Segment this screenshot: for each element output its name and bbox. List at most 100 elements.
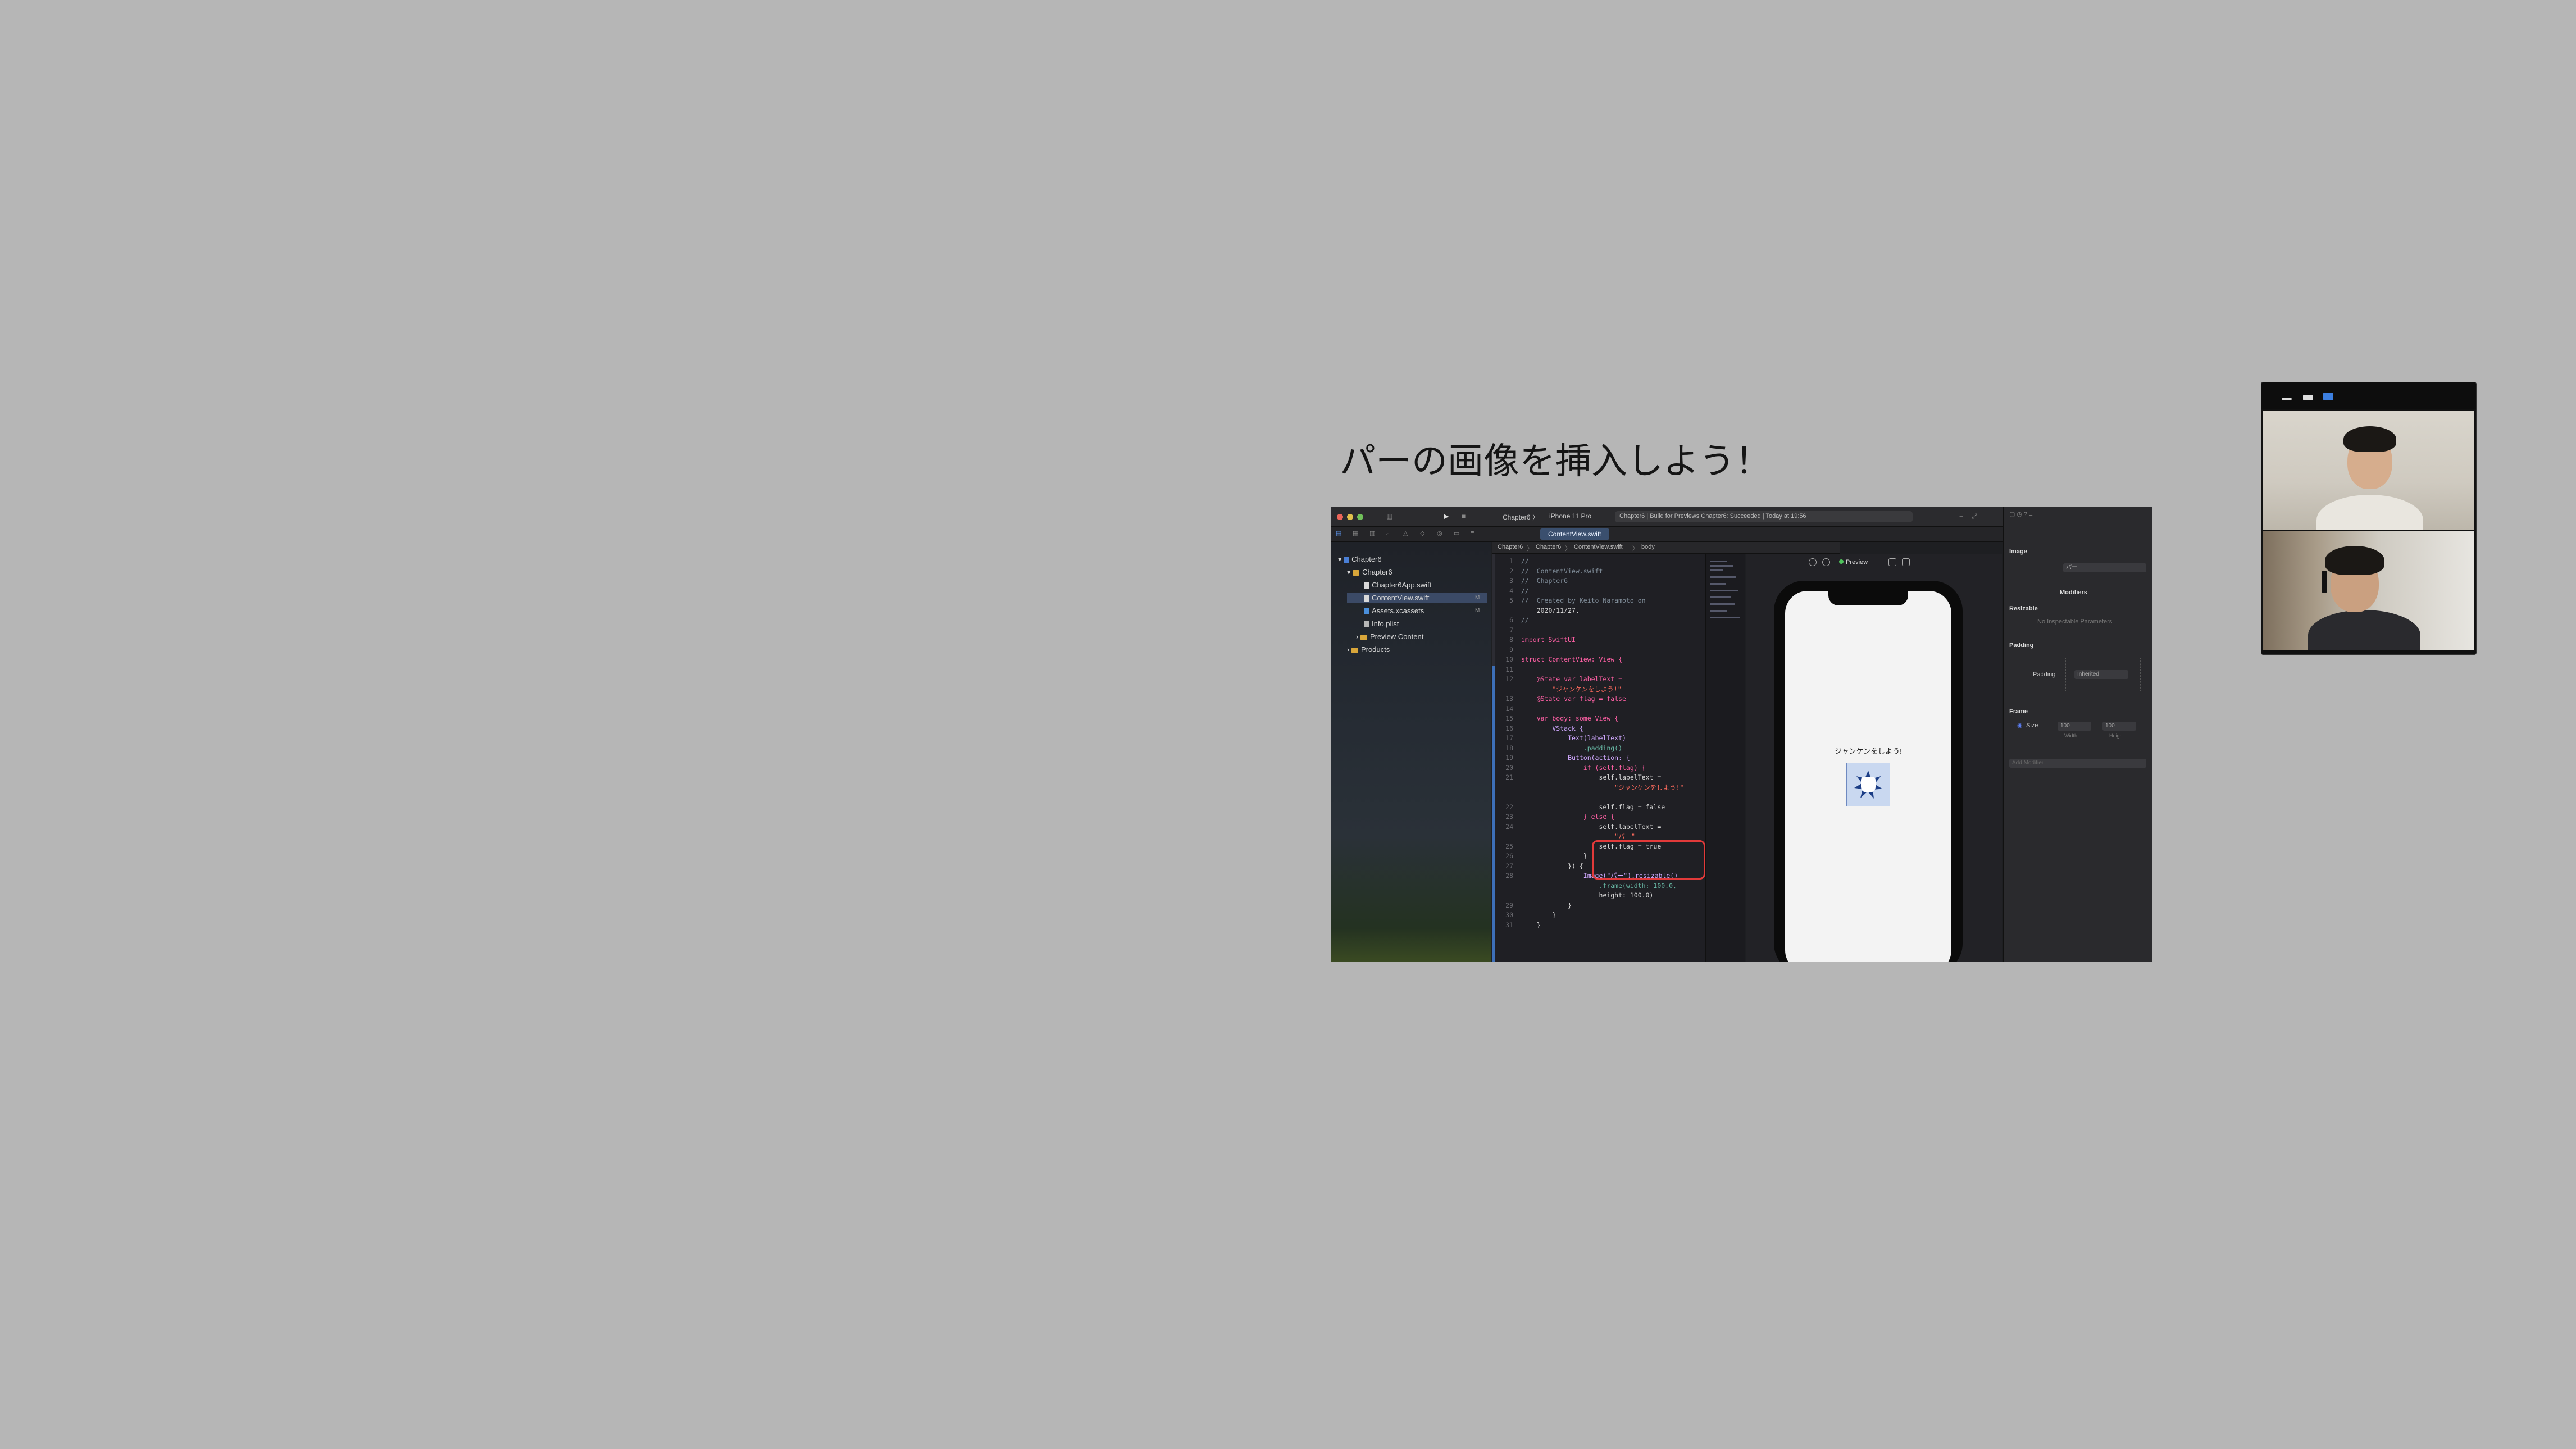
line-number: 20 bbox=[1505, 763, 1513, 772]
code-line[interactable]: 24 self.labelText = bbox=[1498, 822, 1661, 832]
device-settings-icon[interactable] bbox=[1888, 558, 1896, 566]
code-line[interactable]: 30 } bbox=[1498, 910, 1556, 920]
size-toggle-icon[interactable]: ◉ bbox=[2017, 722, 2023, 729]
code-line[interactable]: 29 } bbox=[1498, 900, 1572, 910]
code-line[interactable]: 1 // bbox=[1498, 556, 1529, 566]
find-navigator-icon[interactable]: ⌕ bbox=[1386, 530, 1390, 537]
nav-preview-content[interactable]: › Preview Content bbox=[1356, 632, 1423, 642]
gallery-view-icon[interactable] bbox=[2303, 395, 2313, 400]
code-line[interactable]: 5 // Created by Keito Naramoto on bbox=[1498, 595, 1646, 605]
zoom-window-button[interactable] bbox=[1357, 514, 1363, 520]
code-line[interactable]: 3 // Chapter6 bbox=[1498, 576, 1568, 586]
jump-symbol[interactable]: body bbox=[1641, 544, 1655, 550]
code-line[interactable]: 2 // ContentView.swift bbox=[1498, 566, 1603, 576]
issue-navigator-icon[interactable]: △ bbox=[1403, 530, 1408, 537]
nav-assets[interactable]: Assets.xcassets bbox=[1364, 606, 1424, 616]
run-button[interactable]: ▶ bbox=[1444, 512, 1449, 520]
padding-value-field[interactable]: Inherited bbox=[2074, 670, 2128, 679]
code-line[interactable]: 16 VStack { bbox=[1498, 723, 1583, 733]
live-preview-icon[interactable] bbox=[1809, 558, 1817, 566]
code-line[interactable]: 20 if (self.flag) { bbox=[1498, 763, 1645, 773]
code-text: // Chapter6 bbox=[1521, 577, 1568, 585]
code-line[interactable]: 31 } bbox=[1498, 920, 1540, 930]
expand-icon[interactable]: ⤢ bbox=[1972, 512, 1977, 521]
add-modifier-field[interactable]: Add Modifier bbox=[2009, 759, 2146, 768]
video-call-window bbox=[2261, 382, 2477, 655]
code-line[interactable]: 15 var body: some View { bbox=[1498, 713, 1618, 723]
code-line[interactable]: 18 .padding() bbox=[1498, 743, 1622, 753]
code-line[interactable]: 13 @State var flag = false bbox=[1498, 694, 1626, 704]
width-field[interactable]: 100 bbox=[2058, 722, 2091, 731]
code-text: } bbox=[1521, 901, 1572, 909]
code-line[interactable]: 9 bbox=[1498, 645, 1521, 655]
minimize-window-button[interactable] bbox=[1347, 514, 1353, 520]
code-text: @State var labelText = bbox=[1521, 675, 1623, 683]
nav-products[interactable]: › Products bbox=[1347, 645, 1390, 655]
code-line[interactable]: 27 }) { bbox=[1498, 861, 1583, 871]
inspect-icon[interactable] bbox=[1822, 558, 1830, 566]
jump-project[interactable]: Chapter6 bbox=[1498, 544, 1523, 550]
canvas-toolbar: Preview bbox=[1746, 554, 2002, 571]
code-line[interactable]: 17 Text(labelText) bbox=[1498, 733, 1626, 743]
code-line[interactable]: 11 bbox=[1498, 664, 1521, 675]
code-text: self.flag = false bbox=[1521, 803, 1665, 811]
preview-canvas: Preview ジャンケンをしよう! bbox=[1746, 554, 2002, 962]
nav-folder-chapter6[interactable]: ▾ Chapter6 bbox=[1347, 567, 1392, 577]
debug-navigator-icon[interactable]: ◎ bbox=[1437, 530, 1442, 537]
line-number: 28 bbox=[1505, 872, 1513, 880]
nav-file-chapter6app[interactable]: Chapter6App.swift bbox=[1364, 580, 1431, 590]
report-navigator-icon[interactable]: ≡ bbox=[1471, 530, 1474, 536]
jump-file[interactable]: ContentView.swift bbox=[1574, 544, 1623, 550]
code-line[interactable]: 23 } else { bbox=[1498, 812, 1614, 822]
participant-tile-1[interactable] bbox=[2263, 411, 2474, 530]
duplicate-preview-icon[interactable] bbox=[1902, 558, 1910, 566]
code-line[interactable]: .frame(width: 100.0, bbox=[1498, 881, 1676, 891]
code-line[interactable]: 2020/11/27. bbox=[1498, 605, 1580, 616]
minimize-icon[interactable] bbox=[2282, 398, 2292, 400]
symbol-navigator-icon[interactable]: ▥ bbox=[1369, 530, 1375, 537]
jump-folder[interactable]: Chapter6 bbox=[1536, 544, 1561, 550]
tab-contentview[interactable]: ContentView.swift bbox=[1540, 528, 1609, 540]
sidebar-toggle-icon[interactable]: ▥ bbox=[1386, 512, 1392, 520]
code-line[interactable]: 12 @State var labelText = bbox=[1498, 674, 1622, 684]
breakpoint-navigator-icon[interactable]: ▭ bbox=[1454, 530, 1459, 537]
close-window-button[interactable] bbox=[1337, 514, 1343, 520]
code-line[interactable] bbox=[1498, 792, 1521, 802]
code-line[interactable]: 8 import SwiftUI bbox=[1498, 635, 1576, 645]
library-plus-icon[interactable]: + bbox=[1959, 512, 1963, 520]
paa-image-button[interactable] bbox=[1846, 763, 1890, 806]
code-line[interactable]: height: 100.0) bbox=[1498, 890, 1653, 900]
code-line[interactable]: 7 bbox=[1498, 625, 1521, 635]
inspector-icons[interactable]: ▢ ◷ ? ≡ bbox=[2009, 511, 2033, 518]
code-line[interactable]: 4 // bbox=[1498, 586, 1529, 596]
nav-file-contentview[interactable]: ContentView.swift bbox=[1347, 593, 1487, 603]
project-navigator-icon[interactable]: ▤ bbox=[1336, 530, 1341, 537]
code-text: } bbox=[1521, 852, 1587, 860]
code-line[interactable]: 14 bbox=[1498, 704, 1521, 714]
source-control-icon[interactable]: ▦ bbox=[1353, 530, 1358, 537]
preview-button[interactable]: Preview bbox=[1836, 557, 1871, 567]
code-line[interactable]: 19 Button(action: { bbox=[1498, 753, 1630, 763]
test-navigator-icon[interactable]: ◇ bbox=[1420, 530, 1424, 537]
code-line[interactable]: 10 struct ContentView: View { bbox=[1498, 654, 1622, 664]
nav-project-chapter6[interactable]: ▾ Chapter6 bbox=[1338, 554, 1382, 564]
speaker-view-icon[interactable] bbox=[2323, 393, 2333, 400]
line-number: 19 bbox=[1505, 754, 1513, 762]
line-number: 13 bbox=[1505, 695, 1513, 703]
code-line[interactable]: "ジャンケンをしよう!" bbox=[1498, 782, 1683, 792]
code-line[interactable]: "ジャンケンをしよう!" bbox=[1498, 684, 1621, 694]
code-line[interactable]: 6 // bbox=[1498, 615, 1529, 625]
line-number: 10 bbox=[1505, 655, 1513, 663]
stop-button[interactable]: ■ bbox=[1462, 512, 1466, 520]
scheme-selector[interactable]: Chapter6 〉 bbox=[1503, 512, 1539, 522]
device-selector[interactable]: iPhone 11 Pro bbox=[1549, 512, 1591, 520]
minimap[interactable] bbox=[1705, 554, 1745, 962]
code-line[interactable]: 22 self.flag = false bbox=[1498, 802, 1665, 812]
height-field[interactable]: 100 bbox=[2102, 722, 2136, 731]
image-name-field[interactable]: パー bbox=[2063, 563, 2146, 572]
participant-tile-2[interactable] bbox=[2263, 531, 2474, 650]
nav-info-plist[interactable]: Info.plist bbox=[1364, 619, 1399, 629]
code-line[interactable]: 26 } bbox=[1498, 851, 1587, 861]
source-editor[interactable]: 1//2// ContentView.swift 3// Chapter6 4//5… bbox=[1492, 554, 1705, 962]
code-line[interactable]: 21 self.labelText = bbox=[1498, 772, 1661, 782]
